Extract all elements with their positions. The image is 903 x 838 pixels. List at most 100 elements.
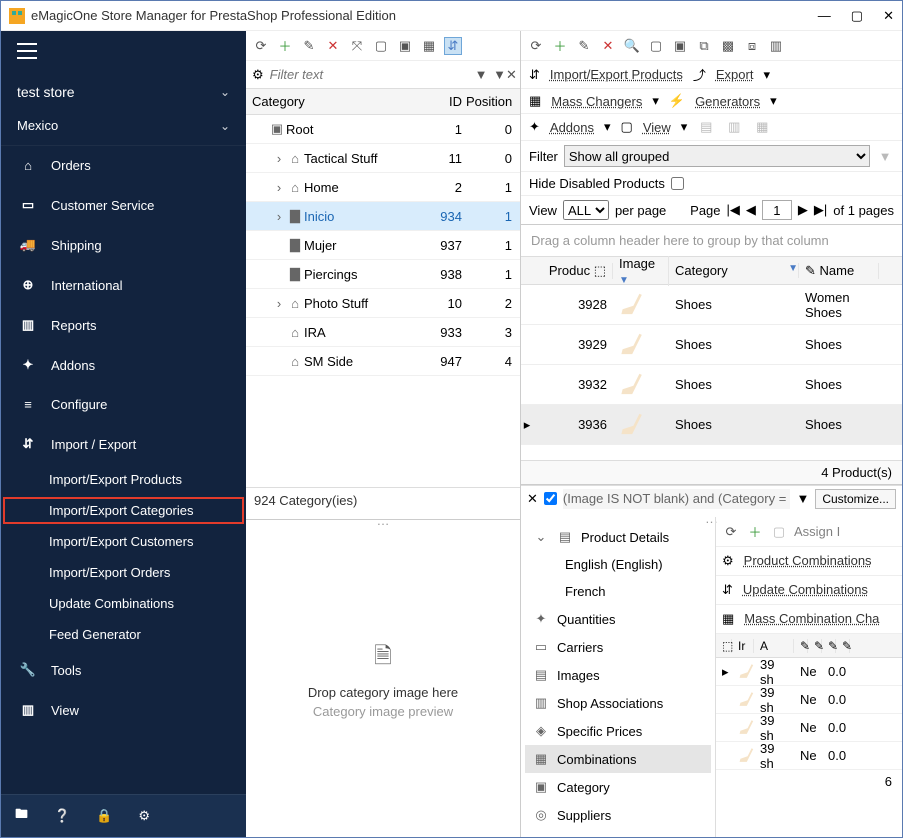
subnav-import-export-orders[interactable]: Import/Export Orders	[1, 557, 246, 588]
grid-row[interactable]: 3929ShoesShoes	[521, 325, 902, 365]
store-selector[interactable]: test store ⌄	[1, 74, 246, 110]
col-ir[interactable]: Ir	[732, 639, 754, 653]
combo-row[interactable]: ▸39 shNe0.0	[716, 658, 902, 686]
tree-row[interactable]: ▇Mujer9371	[246, 231, 520, 260]
move-button[interactable]: ⤧	[348, 37, 366, 55]
detail-item[interactable]: ✦Quantities	[525, 605, 711, 633]
refresh-button[interactable]: ⟳	[722, 523, 740, 541]
link-view[interactable]: View	[643, 120, 671, 135]
expand-icon[interactable]: ›	[272, 180, 286, 195]
filter-clear-icon[interactable]: ▼✕	[496, 66, 514, 84]
link-mass-changers[interactable]: Mass Changers	[551, 94, 642, 109]
col-name[interactable]: ✎ Name	[799, 263, 879, 279]
expand-icon[interactable]: ›	[272, 296, 286, 311]
category-image-drop[interactable]: 🗎 Drop category image here Category imag…	[246, 519, 520, 837]
close-button[interactable]: ✕	[883, 8, 894, 24]
detail-item[interactable]: ▣Category	[525, 773, 711, 801]
detail-item[interactable]: ▤Images	[525, 661, 711, 689]
subnav-update-combinations[interactable]: Update Combinations	[1, 588, 246, 619]
col-image[interactable]: Image ▼	[613, 256, 669, 286]
col-e4[interactable]: ✎	[836, 639, 850, 653]
clear-filter-button[interactable]: ✕	[527, 491, 538, 507]
refresh-button[interactable]: ⟳	[527, 37, 545, 55]
first-page-button[interactable]: |◀	[727, 202, 740, 218]
col-id[interactable]: ID	[406, 94, 466, 109]
sidebar-item-addons[interactable]: ✦Addons	[1, 345, 246, 385]
col-product-id[interactable]: Produc ⬚	[533, 263, 613, 279]
grid-button[interactable]: ▦	[420, 37, 438, 55]
import-button[interactable]: ▣	[396, 37, 414, 55]
sidebar-item-international[interactable]: ⊕International	[1, 265, 246, 305]
col-position[interactable]: Position	[466, 94, 520, 109]
filter-toggle-button[interactable]: ⇵	[444, 37, 462, 55]
detail-item[interactable]: ▦Combinations	[525, 745, 711, 773]
link-import-export-products[interactable]: Import/Export Products	[550, 67, 683, 82]
perpage-select[interactable]: ALL	[563, 200, 609, 220]
gear-icon[interactable]: ⚙	[138, 808, 150, 824]
tree-row[interactable]: ›⌂Tactical Stuff110	[246, 144, 520, 173]
tree-row[interactable]: ›⌂Photo Stuff102	[246, 289, 520, 318]
col-category[interactable]: Category ▼	[669, 263, 799, 278]
add-button[interactable]: ＋	[746, 523, 764, 541]
sidebar-item-tools[interactable]: 🔧Tools	[1, 650, 246, 690]
grid-row[interactable]: ▸3936ShoesShoes	[521, 405, 902, 445]
gear-icon[interactable]: ⚙	[252, 67, 264, 83]
link-addons[interactable]: Addons	[550, 120, 594, 135]
link-product-combinations[interactable]: Product Combinations	[744, 553, 872, 569]
filter-dropdown[interactable]: ▼	[796, 491, 809, 506]
lang-english[interactable]: English (English)	[525, 551, 711, 578]
tree-row[interactable]: ▇Piercings9381	[246, 260, 520, 289]
copy-button[interactable]: ▢	[647, 37, 665, 55]
minimize-button[interactable]: —	[818, 8, 831, 24]
link-mass-combination[interactable]: Mass Combination Cha	[744, 611, 879, 627]
help-icon[interactable]: ❔	[54, 808, 70, 824]
col-e3[interactable]: ✎	[822, 639, 836, 653]
expand-icon[interactable]: ›	[272, 151, 286, 166]
tree-row[interactable]: ›⌂Home21	[246, 173, 520, 202]
col-e1[interactable]: ✎	[794, 639, 808, 653]
customize-button[interactable]: Customize...	[815, 489, 896, 509]
store-icon[interactable]: 🖿	[15, 805, 28, 827]
detail-item[interactable]: ▭Carriers	[525, 633, 711, 661]
region-selector[interactable]: Mexico ⌄	[1, 110, 246, 146]
subnav-import-export-products[interactable]: Import/Export Products	[1, 464, 246, 495]
clone-button[interactable]: ⧉	[695, 37, 713, 55]
maximize-button[interactable]: ▢	[851, 8, 863, 24]
sidebar-item-orders[interactable]: ⌂Orders	[1, 146, 246, 185]
col-e2[interactable]: ✎	[808, 639, 822, 653]
combo-row[interactable]: 39 shNe0.0	[716, 686, 902, 714]
export-button[interactable]: ▢	[372, 37, 390, 55]
hamburger-button[interactable]	[1, 31, 246, 74]
sidebar-item-reports[interactable]: ▥Reports	[1, 305, 246, 345]
lang-french[interactable]: French	[525, 578, 711, 605]
col-category[interactable]: Category	[246, 94, 406, 109]
subnav-feed-generator[interactable]: Feed Generator	[1, 619, 246, 650]
delete-button[interactable]: ✕	[324, 37, 342, 55]
add-button[interactable]: ＋	[551, 37, 569, 55]
misc1-button[interactable]: ▩	[719, 37, 737, 55]
filter-funnel-icon[interactable]: ▼	[472, 66, 490, 84]
sidebar-item-shipping[interactable]: 🚚Shipping	[1, 225, 246, 265]
sidebar-item-configure[interactable]: ≡Configure	[1, 385, 246, 424]
lock-icon[interactable]: 🔒	[96, 808, 112, 824]
prev-page-button[interactable]: ◀	[746, 202, 756, 218]
subnav-import-export-categories[interactable]: Import/Export Categories	[1, 495, 246, 526]
tree-row[interactable]: ⌂SM Side9474	[246, 347, 520, 376]
misc3-button[interactable]: ▥	[767, 37, 785, 55]
expand-icon[interactable]: ›	[272, 209, 286, 224]
tree-row[interactable]: ⌂IRA9333	[246, 318, 520, 347]
add-button[interactable]: ＋	[276, 37, 294, 55]
detail-header[interactable]: ⌄▤Product Details	[525, 523, 711, 551]
hide-disabled-checkbox[interactable]	[671, 177, 684, 190]
category-filter-input[interactable]	[270, 64, 466, 86]
detail-item[interactable]: ◎Suppliers	[525, 801, 711, 829]
active-filter-text[interactable]	[563, 489, 791, 509]
grid-row[interactable]: 3928ShoesWomen Shoes	[521, 285, 902, 325]
grid-row[interactable]: 3932ShoesShoes	[521, 365, 902, 405]
col-a[interactable]: A	[754, 639, 794, 653]
tree-row[interactable]: ›▇Inicio9341	[246, 202, 520, 231]
edit-button[interactable]: ✎	[575, 37, 593, 55]
detail-item[interactable]: ▥Shop Associations	[525, 689, 711, 717]
sidebar-item-import-export[interactable]: ⇵Import / Export	[1, 424, 246, 464]
link-update-combinations[interactable]: Update Combinations	[743, 582, 868, 598]
